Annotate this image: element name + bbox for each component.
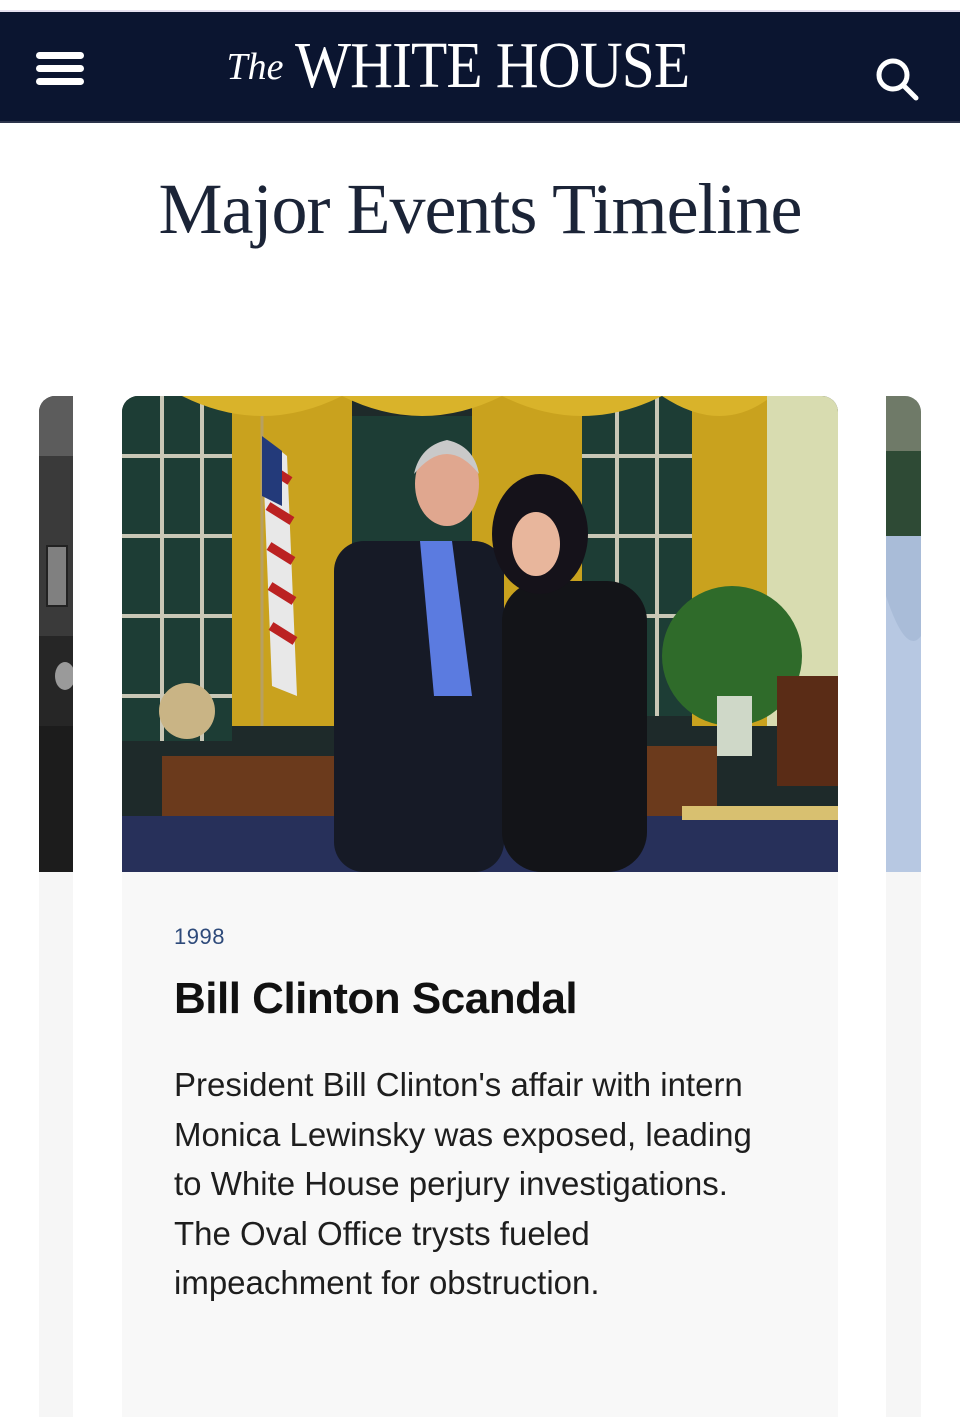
status-strip — [0, 0, 960, 12]
logo-name: WHITE HOUSE — [295, 29, 690, 102]
next-event-photo — [886, 396, 921, 872]
previous-event-card[interactable] — [39, 396, 73, 1417]
previous-event-photo — [39, 396, 73, 872]
site-logo[interactable]: The WHITE HOUSE — [0, 28, 960, 108]
search-icon[interactable] — [872, 54, 922, 104]
event-card-active[interactable]: 1998 Bill Clinton Scandal President Bill… — [122, 396, 838, 1417]
event-year: 1998 — [174, 924, 225, 949]
next-event-card[interactable] — [886, 396, 921, 1417]
logo-prefix: The — [226, 46, 284, 88]
event-photo — [122, 396, 838, 872]
event-title[interactable]: Bill Clinton Scandal — [174, 974, 578, 1024]
site-header: The WHITE HOUSE — [0, 12, 960, 123]
page-title: Major Events Timeline — [158, 169, 803, 249]
timeline-carousel[interactable]: 1998 Bill Clinton Scandal President Bill… — [0, 396, 960, 1417]
event-description: President Bill Clinton's affair with int… — [174, 1066, 752, 1301]
